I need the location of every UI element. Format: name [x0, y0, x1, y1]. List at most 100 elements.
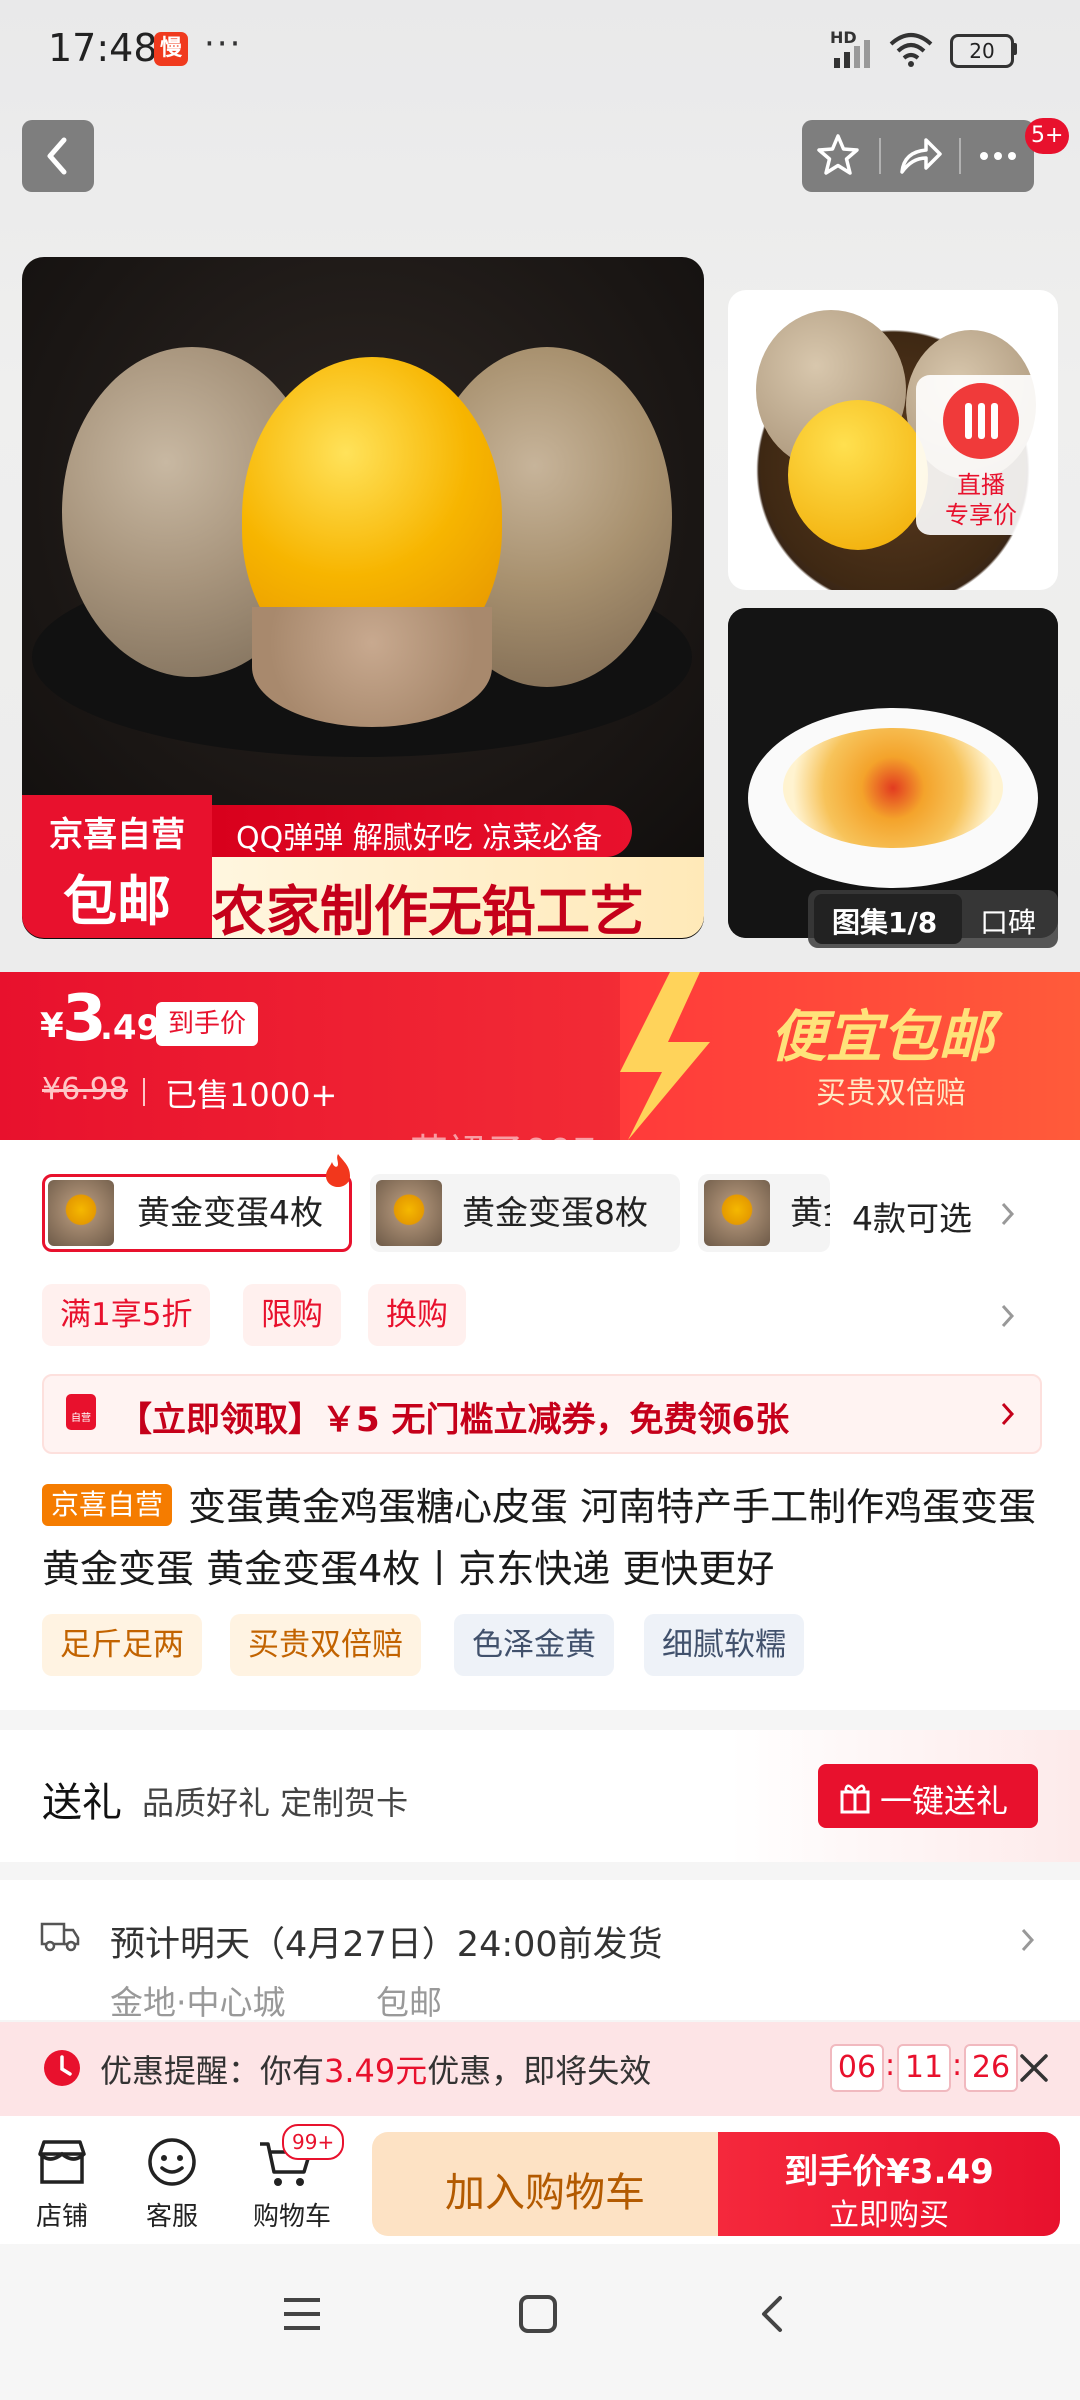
discount-reminder-bar[interactable]: 优惠提醒：你有3.49元优惠，即将失效 06 : 11 : 26	[0, 2022, 1080, 2116]
delivery-section[interactable]: 预计明天（4月27日）24:00前发货 金地·中心城 包邮	[0, 1880, 1080, 2022]
back-nav-icon[interactable]	[752, 2292, 792, 2336]
gift-title: 送礼	[42, 1780, 122, 1826]
cart-label: 购物车	[252, 2202, 331, 2232]
store-nav-item[interactable]: 店铺	[22, 2128, 102, 2238]
gallery-counter[interactable]: 图集1/8 口碑	[808, 890, 1058, 948]
variant-thumbnail	[704, 1180, 770, 1246]
share-icon[interactable]	[894, 130, 946, 182]
product-tag: 足斤足两	[42, 1614, 202, 1676]
add-to-cart-button[interactable]: 加入购物车	[372, 2132, 718, 2236]
side-image-dish[interactable]	[728, 608, 1058, 938]
side-image-live[interactable]: 直播 专享价	[728, 290, 1058, 590]
variant-label: 黄金变蛋8枚	[462, 1193, 648, 1232]
chevron-right-icon	[1001, 1402, 1015, 1426]
golden-egg	[788, 400, 928, 550]
final-price-tag: 到手价	[156, 1002, 259, 1046]
divider	[143, 1078, 145, 1106]
promo-chip-limit[interactable]: 限购	[243, 1284, 341, 1346]
reviews-tab[interactable]: 口碑	[980, 901, 1036, 941]
battery-indicator: 20	[950, 34, 1014, 68]
back-button[interactable]	[22, 120, 94, 192]
promo-subtitle: 买贵双倍赔	[816, 1076, 966, 1111]
service-label: 客服	[145, 2202, 198, 2232]
gift-subtitle: 品质好礼 定制贺卡	[142, 1784, 409, 1822]
message-count-badge: 5+	[1025, 118, 1070, 154]
variant-option[interactable]: 黄金	[698, 1174, 830, 1252]
headline-text: 农家制作无铅工艺	[212, 880, 644, 943]
variant-option[interactable]: 黄金变蛋8枚	[370, 1174, 680, 1252]
live-icon	[943, 383, 1019, 459]
reminder-text: 优惠提醒：你有3.49元优惠，即将失效	[100, 2046, 651, 2092]
buy-price-label: 到手价¥3.49	[784, 2152, 994, 2192]
tagline-text: QQ弹弹 解腻好吃 凉菜必备	[236, 821, 603, 856]
buy-now-button[interactable]: 到手价¥3.49 立即购买	[718, 2132, 1060, 2236]
logo-line1: 京喜自营	[49, 815, 185, 855]
shipping-info: 包邮	[376, 1983, 442, 2022]
variant-thumbnail	[376, 1180, 442, 1246]
watermark-text: 花裙子007	[410, 1131, 597, 1175]
countdown-minutes: 11	[897, 2044, 951, 2092]
variant-option-selected[interactable]: 黄金变蛋4枚	[42, 1174, 352, 1252]
delivery-eta: 预计明天（4月27日）24:00前发货	[110, 1925, 663, 1965]
product-tag: 色泽金黄	[454, 1614, 614, 1676]
egg-shell-base	[252, 607, 492, 727]
menu-icon[interactable]	[280, 2294, 324, 2334]
buy-now-label: 立即购买	[829, 2198, 949, 2233]
live-label-2: 专享价	[945, 501, 1017, 529]
headline-plate: 农家制作无铅工艺	[212, 857, 704, 943]
bottom-action-bar: 店铺 客服 99+ 购物车 加入购物车 到手价¥3.49 立即购买	[0, 2116, 1080, 2244]
tagline-ribbon: QQ弹弹 解腻好吃 凉菜必备	[212, 805, 632, 857]
header-action-group	[802, 120, 1034, 192]
flame-icon	[326, 1154, 350, 1187]
store-icon	[38, 2140, 86, 2184]
promo-title: 便宜包邮	[770, 1005, 994, 1070]
favorite-star-icon[interactable]	[812, 130, 864, 182]
service-nav-item[interactable]: 客服	[132, 2128, 212, 2238]
original-price: ¥6.98	[42, 1072, 128, 1107]
gift-icon	[840, 1784, 870, 1814]
cart-count-badge: 99+	[282, 2124, 345, 2160]
coupon-banner[interactable]: 自营 【立即领取】￥5 无门槛立减券，免费领6张	[42, 1374, 1042, 1454]
delivery-truck-icon	[40, 1922, 80, 1952]
delivery-location: 金地·中心城	[110, 1983, 286, 2022]
variant-label: 黄金变蛋4枚	[137, 1193, 323, 1232]
system-navigation-bar	[0, 2244, 1080, 2400]
lightning-icon	[620, 972, 710, 1140]
variant-label: 黄金	[790, 1193, 830, 1232]
jx-logo-badge: 京喜自营 包邮	[22, 795, 212, 938]
price-banner: ¥ 3 .49 到手价 ¥6.98 已售1000+ 便宜包邮 买贵双倍赔	[0, 972, 1080, 1140]
coupon-text: 【立即领取】￥5 无门槛立减券，免费领6张	[118, 1400, 790, 1440]
gift-section[interactable]: 送礼 品质好礼 定制贺卡 一键送礼	[0, 1730, 1080, 1862]
chevron-right-icon	[1021, 1928, 1035, 1952]
app-notification-badge: 慢	[154, 32, 188, 66]
home-icon[interactable]	[516, 2292, 560, 2336]
customer-service-icon	[148, 2138, 196, 2186]
status-time: 17:48	[48, 26, 158, 70]
product-title: 变蛋黄金鸡蛋糖心皮蛋 河南特产手工制作鸡蛋变蛋黄金变蛋 黄金变蛋4枚丨京东快递 …	[42, 1485, 1037, 1591]
reminder-amount: 3.49元	[324, 2052, 428, 2090]
battery-tip	[1012, 43, 1017, 55]
cart-nav-item[interactable]: 99+ 购物车	[242, 2124, 345, 2238]
promo-chip-exchange[interactable]: 换购	[368, 1284, 466, 1346]
variant-thumbnail	[48, 1180, 114, 1246]
price-currency: ¥	[40, 1006, 64, 1046]
chevron-right-icon[interactable]	[994, 1196, 1022, 1232]
send-gift-button[interactable]: 一键送礼	[818, 1764, 1038, 1828]
coupon-icon: 自营	[66, 1394, 96, 1430]
price-decimal: .49	[100, 1008, 161, 1048]
add-to-cart-label: 加入购物车	[445, 2170, 645, 2216]
divider	[879, 138, 881, 174]
sold-count: 已售1000+	[165, 1076, 338, 1114]
promo-chip-discount[interactable]: 满1享5折	[42, 1284, 211, 1346]
more-menu-icon[interactable]	[972, 130, 1024, 182]
product-tag: 细腻软糯	[644, 1614, 804, 1676]
variant-count[interactable]: 4款可选	[852, 1192, 972, 1240]
reminder-suffix: 优惠，即将失效	[427, 2052, 652, 2090]
close-icon[interactable]	[1016, 2050, 1052, 2086]
live-badge[interactable]: 直播 专享价	[916, 375, 1046, 535]
send-gift-label: 一键送礼	[880, 1782, 1009, 1820]
countdown-seconds: 26	[964, 2044, 1018, 2092]
countdown-hours: 06	[830, 2044, 884, 2092]
product-tag: 买贵双倍赔	[230, 1614, 421, 1676]
chevron-right-icon[interactable]	[994, 1298, 1022, 1334]
